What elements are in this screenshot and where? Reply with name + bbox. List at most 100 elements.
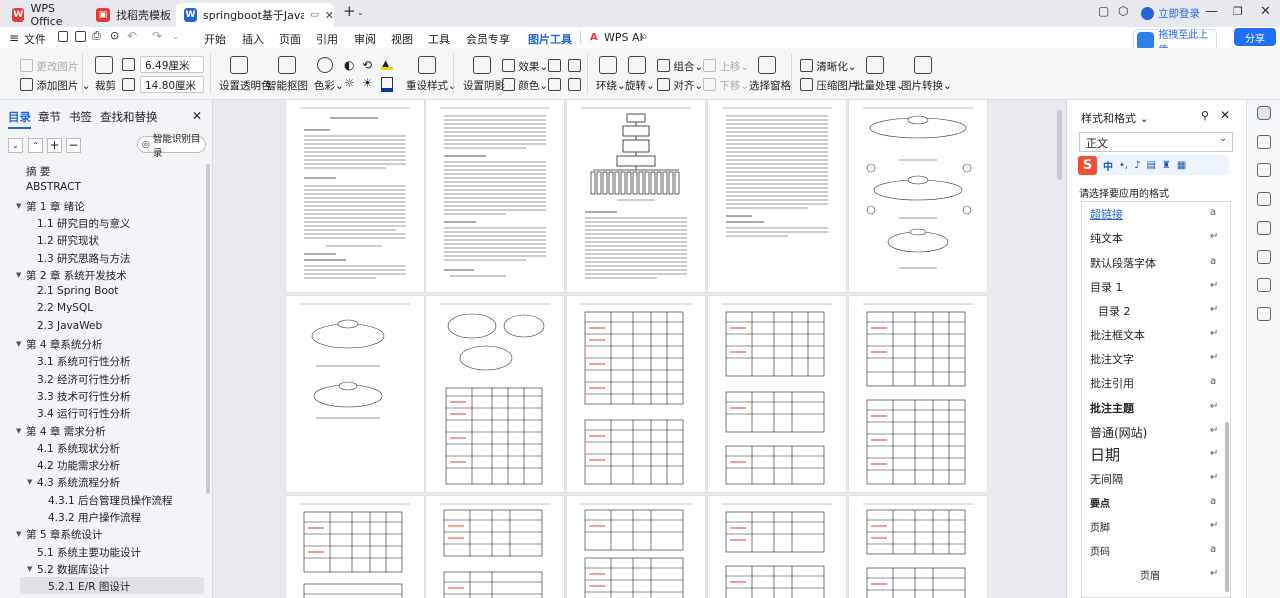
toc-item[interactable]: 2.1 Spring Boot (37, 285, 118, 297)
image-side-icon[interactable] (1257, 278, 1271, 292)
remove-heading-icon[interactable]: − (66, 138, 81, 153)
document-page[interactable] (708, 100, 846, 292)
toc-item[interactable]: 1.2 研究现状 (37, 233, 99, 248)
edit-pen-icon[interactable] (1257, 106, 1271, 120)
punctuation-icon[interactable]: •, (1119, 160, 1128, 171)
microphone-icon[interactable]: ♪ (1134, 160, 1140, 171)
toc-item[interactable]: 4.2 功能需求分析 (37, 458, 120, 473)
convert-button[interactable]: 图片转换⌄ (901, 78, 952, 93)
style-item[interactable]: 普通(网站) (1090, 424, 1147, 441)
brightness-icon[interactable]: ☼ (344, 76, 355, 90)
toc-item[interactable]: 5.2.1 E/R 图设计 (48, 579, 130, 594)
more-chevron-icon[interactable]: ⌄ (172, 32, 179, 41)
print-icon[interactable]: ⎙ (92, 29, 101, 43)
style-item[interactable]: 目录 2 (1098, 303, 1131, 319)
document-page[interactable] (708, 496, 846, 598)
toc-item[interactable]: 第 1 章 绪论 (26, 199, 85, 214)
current-style-select[interactable]: 正文 ⌄ (1079, 132, 1233, 152)
toc-item[interactable]: ABSTRACT (26, 181, 81, 193)
toc-item[interactable]: 5.1 系统主要功能设计 (37, 545, 141, 560)
new-tab-icon[interactable]: + (343, 2, 356, 20)
document-page[interactable] (567, 100, 705, 292)
toc-item[interactable]: 4.3 系统流程分析 (37, 475, 120, 490)
expand-triangle-icon[interactable]: ▼ (16, 427, 21, 435)
skin-icon[interactable]: ⬡ (1118, 4, 1128, 18)
nav-tab-toc[interactable]: 目录 (8, 109, 31, 129)
style-item[interactable]: 目录 1 (1090, 279, 1123, 295)
expand-triangle-icon[interactable]: ▼ (16, 530, 21, 538)
chinese-mode-icon[interactable]: 中 (1103, 158, 1113, 173)
selection-pane-button[interactable]: 选择窗格 (749, 78, 791, 93)
window-layout-icon[interactable]: ▢ (1098, 4, 1109, 18)
sharpen-icon[interactable]: ☀ (362, 76, 373, 90)
tab-document[interactable]: W springboot基于JavaWeb的 ▭ ✕ (176, 3, 334, 27)
set-shadow-button[interactable]: 设置阴影 (463, 78, 505, 93)
menu-references[interactable]: 引用 (316, 31, 338, 47)
reset-icon[interactable]: ⟲ (362, 58, 372, 72)
change-picture-button[interactable]: 更改图片 (20, 59, 78, 74)
menu-review[interactable]: 审阅 (354, 31, 376, 47)
color2-button[interactable]: 颜色⌄ (502, 78, 548, 93)
add-heading-icon[interactable]: + (47, 138, 62, 153)
toc-item[interactable]: 1.1 研究目的与意义 (37, 216, 131, 231)
tab-template[interactable]: ▣ 找稻壳模板 (88, 3, 174, 27)
smart-cutout-button[interactable]: 智能抠图 (266, 78, 308, 93)
toc-item[interactable]: 5.2 数据库设计 (37, 562, 110, 577)
toc-item[interactable]: 第 5 章系统设计 (26, 527, 102, 542)
toc-item[interactable]: 第 4 章 需求分析 (26, 424, 106, 439)
height-input[interactable]: 14.80厘米 (140, 76, 204, 93)
style-item[interactable]: 无间隔 (1090, 471, 1123, 487)
document-page[interactable] (286, 296, 424, 492)
style-item[interactable]: 默认段落字体 (1090, 255, 1156, 271)
border-icon[interactable] (548, 59, 561, 72)
toc-item[interactable]: 4.1 系统现状分析 (37, 441, 120, 456)
align-button[interactable]: 对齐⌄ (657, 78, 703, 93)
toc-item[interactable]: 1.3 研究思路与方法 (37, 251, 131, 266)
toc-item[interactable]: 3.3 技术可行性分析 (37, 389, 131, 404)
menu-file[interactable]: 文件 (24, 31, 46, 47)
move-down-button[interactable]: 下移⌄ (703, 78, 749, 93)
collapse-all-icon[interactable]: ⌄ (8, 138, 23, 153)
picture-style-icon[interactable] (568, 78, 581, 91)
document-area[interactable] (214, 100, 1066, 598)
compress-button[interactable]: 压缩图片 (800, 78, 858, 93)
expand-triangle-icon[interactable]: ▼ (27, 565, 32, 573)
pin-icon[interactable]: ⚲ (1201, 109, 1209, 122)
select-cursor-icon[interactable] (1257, 135, 1271, 149)
close-icon[interactable]: ✕ (325, 9, 334, 22)
nav-tab-bookmark[interactable]: 书签 (69, 109, 92, 125)
style-item[interactable]: 页脚 (1090, 519, 1110, 534)
document-page[interactable] (426, 296, 564, 492)
crop-side-icon[interactable] (1257, 221, 1271, 235)
save-icon[interactable] (75, 31, 86, 42)
rotate-button[interactable]: 旋转⌄ (625, 78, 655, 93)
layout-side-icon[interactable] (1257, 250, 1271, 264)
document-page[interactable] (708, 296, 846, 492)
menu-member[interactable]: 会员专享 (466, 31, 510, 47)
menu-home[interactable]: 开始 (204, 31, 226, 47)
crop-button[interactable]: 裁剪 (95, 78, 116, 93)
document-page[interactable] (286, 100, 424, 292)
toc-item[interactable]: 第 2 章 系统开发技术 (26, 268, 127, 283)
undo-icon[interactable]: ↶ (127, 29, 137, 43)
reset-style-button[interactable]: 重设样式⌄ (406, 78, 457, 93)
style-item[interactable]: 超链接 (1090, 206, 1123, 222)
style-item[interactable]: 批注文字 (1090, 351, 1134, 367)
style-item[interactable]: 批注引用 (1090, 375, 1134, 391)
document-page[interactable] (426, 100, 564, 292)
toc-item[interactable]: 3.4 运行可行性分析 (37, 406, 131, 421)
document-page[interactable] (567, 296, 705, 492)
document-scrollbar[interactable] (1057, 110, 1062, 180)
add-picture-button[interactable]: 添加图片 ⌄ (20, 78, 90, 93)
nav-tab-chapter[interactable]: 章节 (38, 109, 61, 125)
close-styles-icon[interactable]: ✕ (1220, 108, 1230, 122)
width-input[interactable]: 6.49厘米 (140, 56, 204, 73)
nav-tab-find[interactable]: 查找和替换 (100, 109, 158, 125)
style-item[interactable]: 纯文本 (1090, 230, 1123, 246)
document-page[interactable] (849, 100, 987, 292)
expand-triangle-icon[interactable]: ▼ (16, 271, 21, 279)
tab-wps-office[interactable]: W WPS Office (4, 2, 84, 28)
wrap-button[interactable]: 环绕⌄ (596, 78, 626, 93)
expand-up-icon[interactable]: ⌃ (28, 138, 43, 153)
toc-item[interactable]: 3.2 经济可行性分析 (37, 372, 131, 387)
